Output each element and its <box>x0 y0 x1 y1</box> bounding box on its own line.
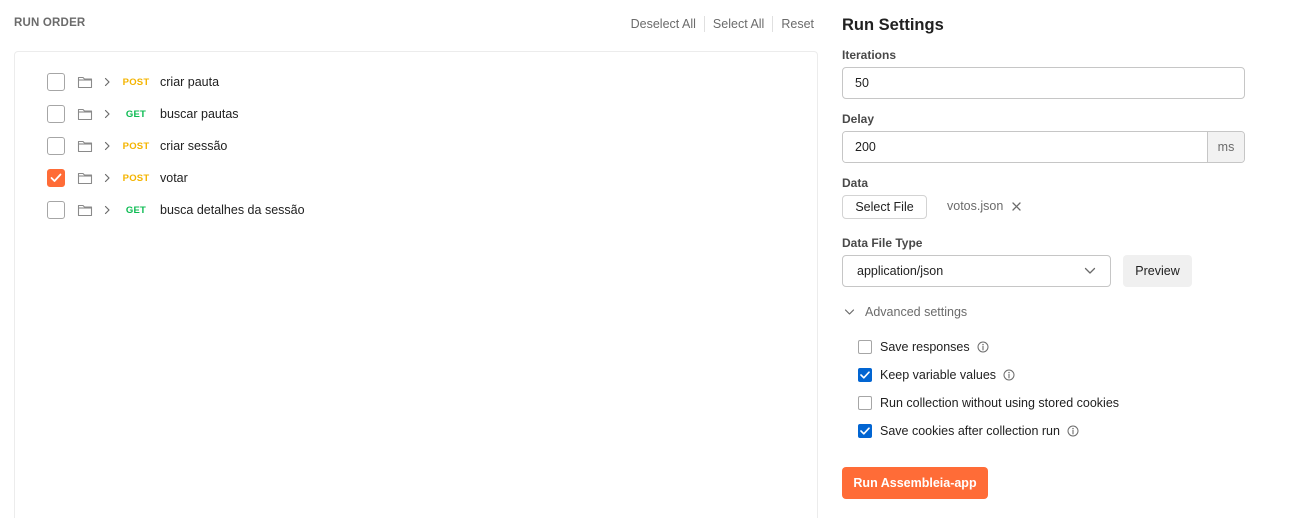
data-file-type-value: application/json <box>857 264 944 278</box>
http-method-badge: POST <box>122 140 150 152</box>
request-name: busca detalhes da sessão <box>160 203 305 217</box>
info-icon[interactable] <box>1003 369 1015 381</box>
chevron-right-icon[interactable] <box>102 77 112 87</box>
preview-button[interactable]: Preview <box>1123 255 1192 287</box>
iterations-input[interactable] <box>842 67 1245 99</box>
option-save-cookies: Save cookies after collection run <box>858 417 1119 445</box>
file-name: votos.json <box>947 199 1004 213</box>
option-label: Keep variable values <box>880 368 997 382</box>
run-order-actions: Deselect All Select All Reset <box>623 16 814 32</box>
info-icon[interactable] <box>1067 425 1079 437</box>
option-label: Save cookies after collection run <box>880 424 1060 438</box>
select-all-button[interactable]: Select All <box>703 16 772 32</box>
request-row[interactable]: POST criar sessão <box>47 130 305 162</box>
request-name: criar pauta <box>160 75 220 89</box>
folder-icon <box>77 139 93 153</box>
data-file-type-select[interactable]: application/json <box>842 255 1111 287</box>
run-order-header: RUN ORDER Deselect All Select All Reset <box>14 16 818 33</box>
option-keep-variable-values: Keep variable values <box>858 361 1119 389</box>
data-label: Data <box>842 176 869 190</box>
request-checkbox[interactable] <box>47 137 65 155</box>
chevron-down-icon <box>844 308 855 316</box>
http-method-badge: GET <box>125 108 147 120</box>
run-collection-button[interactable]: Run Assembleia-app <box>842 467 988 499</box>
close-icon[interactable] <box>1011 201 1022 212</box>
advanced-settings-label: Advanced settings <box>865 305 968 319</box>
folder-icon <box>77 203 93 217</box>
advanced-settings-toggle[interactable]: Advanced settings <box>844 305 967 319</box>
option-checkbox[interactable] <box>858 368 872 382</box>
request-checkbox[interactable] <box>47 169 65 187</box>
request-row[interactable]: POST votar <box>47 162 305 194</box>
data-file-type-label: Data File Type <box>842 236 923 250</box>
run-order-title: RUN ORDER <box>14 17 86 29</box>
option-label: Run collection without using stored cook… <box>880 396 1120 410</box>
chevron-down-icon <box>1084 267 1096 275</box>
deselect-all-button[interactable]: Deselect All <box>623 16 704 32</box>
reset-button[interactable]: Reset <box>772 16 814 32</box>
option-checkbox[interactable] <box>858 340 872 354</box>
run-settings-title: Run Settings <box>842 16 944 34</box>
option-label: Save responses <box>880 340 970 354</box>
http-method-badge: POST <box>122 172 150 184</box>
option-checkbox[interactable] <box>858 424 872 438</box>
request-row[interactable]: GET busca detalhes da sessão <box>47 194 305 226</box>
request-name: buscar pautas <box>160 107 239 121</box>
request-name: criar sessão <box>160 139 228 153</box>
delay-input[interactable] <box>843 132 1207 162</box>
request-name: votar <box>160 171 188 185</box>
selected-file: votos.json <box>947 199 1022 213</box>
chevron-right-icon[interactable] <box>102 109 112 119</box>
run-settings-panel: Run Settings Iterations Delay ms Data Se… <box>842 0 1272 518</box>
http-method-badge: POST <box>122 76 150 88</box>
chevron-right-icon[interactable] <box>102 205 112 215</box>
option-run-without-cookies: Run collection without using stored cook… <box>858 389 1119 417</box>
delay-label: Delay <box>842 112 875 126</box>
request-checkbox[interactable] <box>47 105 65 123</box>
advanced-options: Save responses Keep variable values Run … <box>858 333 1119 445</box>
folder-icon <box>77 75 93 89</box>
request-list-panel: POST criar pauta GET buscar pautas POST … <box>14 51 818 518</box>
select-file-button[interactable]: Select File <box>842 195 927 219</box>
http-method-badge: GET <box>125 204 147 216</box>
iterations-label: Iterations <box>842 48 897 62</box>
folder-icon <box>77 171 93 185</box>
info-icon[interactable] <box>977 341 989 353</box>
request-row[interactable]: GET buscar pautas <box>47 98 305 130</box>
delay-unit: ms <box>1207 132 1244 162</box>
chevron-right-icon[interactable] <box>102 173 112 183</box>
folder-icon <box>77 107 93 121</box>
delay-field: ms <box>842 131 1245 163</box>
request-row[interactable]: POST criar pauta <box>47 66 305 98</box>
request-list: POST criar pauta GET buscar pautas POST … <box>47 66 305 226</box>
option-save-responses: Save responses <box>858 333 1119 361</box>
option-checkbox[interactable] <box>858 396 872 410</box>
chevron-right-icon[interactable] <box>102 141 112 151</box>
request-checkbox[interactable] <box>47 73 65 91</box>
request-checkbox[interactable] <box>47 201 65 219</box>
